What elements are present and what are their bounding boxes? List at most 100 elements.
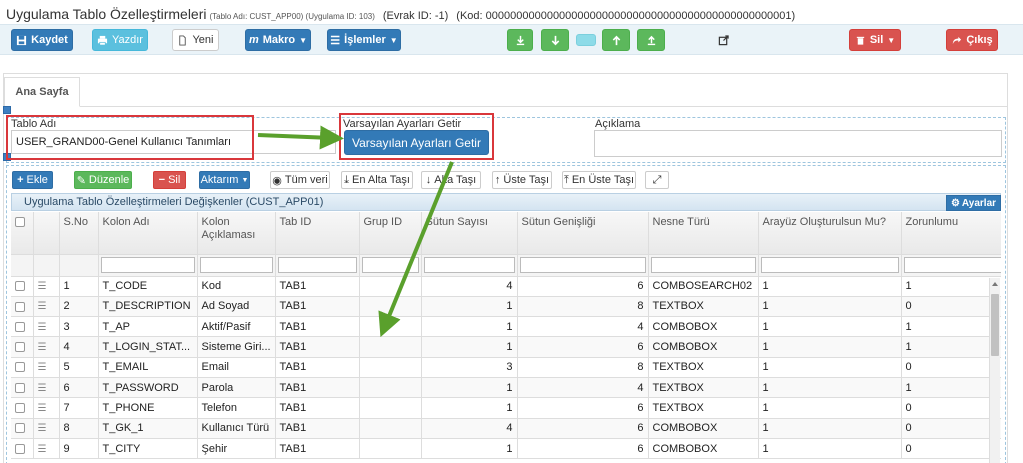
- table-cell[interactable]: 8: [517, 357, 649, 378]
- table-cell[interactable]: 1: [421, 336, 518, 358]
- table-cell[interactable]: 3: [59, 316, 99, 338]
- table-cell[interactable]: Kod: [197, 276, 276, 297]
- add-button[interactable]: + Ekle: [12, 171, 53, 189]
- table-row[interactable]: ☰ 1 T_CODE Kod TAB1 4 6 COMBOSEARCH02 1 1: [11, 276, 1001, 297]
- table-cell[interactable]: 1: [758, 276, 902, 297]
- table-cell[interactable]: 1: [758, 296, 902, 318]
- table-cell[interactable]: Parola: [197, 377, 276, 399]
- select-all-cell[interactable]: [11, 212, 34, 255]
- move-down-button[interactable]: [541, 29, 569, 51]
- table-cell[interactable]: 6: [517, 418, 649, 439]
- filter-input[interactable]: [421, 254, 518, 277]
- column-header[interactable]: Nesne Türü: [648, 212, 759, 255]
- select-all-checkbox[interactable]: [15, 217, 25, 228]
- table-cell[interactable]: 1: [59, 276, 99, 297]
- table-cell[interactable]: TAB1: [275, 438, 360, 460]
- table-cell[interactable]: TAB1: [275, 418, 360, 439]
- row-select-cell[interactable]: [11, 397, 34, 419]
- table-cell[interactable]: 7: [59, 397, 99, 419]
- row-checkbox[interactable]: [15, 382, 25, 393]
- table-cell[interactable]: 6: [517, 397, 649, 419]
- table-cell[interactable]: Email: [197, 357, 276, 378]
- table-row[interactable]: ☰ 8 T_GK_1 Kullanıcı Türü TAB1 4 6 COMBOBOX 1 0: [11, 418, 1001, 439]
- drag-handle-icon[interactable]: ☰: [38, 444, 47, 455]
- table-cell[interactable]: COMBOBOX: [648, 438, 759, 460]
- table-cell[interactable]: T_EMAIL: [98, 357, 198, 378]
- table-cell[interactable]: TEXTBOX: [648, 377, 759, 399]
- grid-up-button[interactable]: ↑ Üste Taşı: [492, 171, 552, 189]
- table-cell[interactable]: 1: [758, 397, 902, 419]
- filter-input[interactable]: [359, 254, 422, 277]
- row-checkbox[interactable]: [15, 342, 25, 353]
- table-cell[interactable]: 1: [421, 397, 518, 419]
- row-select-cell[interactable]: [11, 336, 34, 358]
- drag-handle-icon[interactable]: ☰: [38, 322, 47, 333]
- position-indicator[interactable]: [576, 34, 596, 46]
- row-checkbox[interactable]: [15, 321, 25, 332]
- move-to-top-button[interactable]: [637, 29, 665, 51]
- table-cell[interactable]: [359, 418, 422, 439]
- column-header[interactable]: Grup ID: [359, 212, 422, 255]
- drag-handle-cell[interactable]: ☰: [33, 377, 60, 399]
- grid-delete-button[interactable]: − Sil: [153, 171, 186, 189]
- export-dropdown[interactable]: Aktarım ▼: [199, 171, 250, 189]
- all-data-button[interactable]: ◉ Tüm veri: [270, 171, 330, 189]
- table-cell[interactable]: 6: [59, 377, 99, 399]
- table-row[interactable]: ☰ 9 T_CITY Şehir TAB1 1 6 COMBOBOX 1 0: [11, 438, 1001, 460]
- row-checkbox[interactable]: [15, 362, 25, 373]
- vertical-scrollbar[interactable]: [989, 278, 1000, 463]
- table-cell[interactable]: Sisteme Giri...: [197, 336, 276, 358]
- drag-handle-cell[interactable]: ☰: [33, 357, 60, 378]
- table-cell[interactable]: Telefon: [197, 397, 276, 419]
- grid-to-bottom-button[interactable]: ⤓ En Alta Taşı: [341, 171, 413, 189]
- table-cell[interactable]: 2: [59, 296, 99, 318]
- filter-input[interactable]: [648, 254, 759, 277]
- drag-handle-icon[interactable]: ☰: [38, 362, 47, 373]
- table-row[interactable]: ☰ 5 T_EMAIL Email TAB1 3 8 TEXTBOX 1 0: [11, 357, 1001, 378]
- grid-to-top-button[interactable]: ⤒ En Üste Taşı: [562, 171, 636, 189]
- table-cell[interactable]: [359, 357, 422, 378]
- drag-handle-cell[interactable]: ☰: [33, 336, 60, 358]
- column-header[interactable]: S.No: [59, 212, 99, 255]
- table-cell[interactable]: TAB1: [275, 316, 360, 338]
- collapse-handle[interactable]: [3, 106, 11, 114]
- table-cell[interactable]: 0: [901, 397, 1001, 419]
- table-cell[interactable]: 1: [421, 377, 518, 399]
- column-header[interactable]: Sütun Sayısı: [421, 212, 518, 255]
- drag-handle-icon[interactable]: ☰: [38, 423, 47, 434]
- table-row[interactable]: ☰ 4 T_LOGIN_STAT... Sisteme Giri... TAB1 1 6 CO…: [11, 336, 1001, 358]
- drag-handle-cell[interactable]: ☰: [33, 418, 60, 439]
- column-header[interactable]: Sütun Genişliği: [517, 212, 649, 255]
- filter-input[interactable]: [197, 254, 276, 277]
- table-cell[interactable]: 0: [901, 357, 1001, 378]
- settings-button[interactable]: ⚙ Ayarlar: [946, 195, 1001, 211]
- table-cell[interactable]: T_PHONE: [98, 397, 198, 419]
- table-cell[interactable]: T_CODE: [98, 276, 198, 297]
- table-cell[interactable]: 1: [421, 296, 518, 318]
- table-cell[interactable]: T_DESCRIPTION: [98, 296, 198, 318]
- table-cell[interactable]: 3: [421, 357, 518, 378]
- new-button[interactable]: Yeni: [172, 29, 219, 51]
- scroll-thumb[interactable]: [991, 294, 999, 356]
- column-header[interactable]: Kolon Adı: [98, 212, 198, 255]
- row-checkbox[interactable]: [15, 281, 25, 292]
- table-cell[interactable]: 6: [517, 276, 649, 297]
- filter-input[interactable]: [758, 254, 902, 277]
- table-cell[interactable]: 0: [901, 418, 1001, 439]
- table-cell[interactable]: TAB1: [275, 397, 360, 419]
- drag-handle-icon[interactable]: ☰: [38, 301, 47, 312]
- drag-handle-cell[interactable]: ☰: [33, 397, 60, 419]
- table-cell[interactable]: 1: [758, 357, 902, 378]
- drag-handle-cell[interactable]: ☰: [33, 296, 60, 318]
- table-cell[interactable]: TAB1: [275, 357, 360, 378]
- table-cell[interactable]: COMBOBOX: [648, 316, 759, 338]
- table-cell[interactable]: COMBOSEARCH02: [648, 276, 759, 297]
- table-cell[interactable]: COMBOBOX: [648, 336, 759, 358]
- move-to-bottom-button[interactable]: [507, 29, 533, 51]
- drag-handle-cell[interactable]: ☰: [33, 316, 60, 338]
- table-cell[interactable]: TAB1: [275, 296, 360, 318]
- row-checkbox[interactable]: [15, 403, 25, 414]
- drag-handle-icon[interactable]: ☰: [38, 403, 47, 414]
- table-cell[interactable]: [359, 377, 422, 399]
- table-cell[interactable]: 9: [59, 438, 99, 460]
